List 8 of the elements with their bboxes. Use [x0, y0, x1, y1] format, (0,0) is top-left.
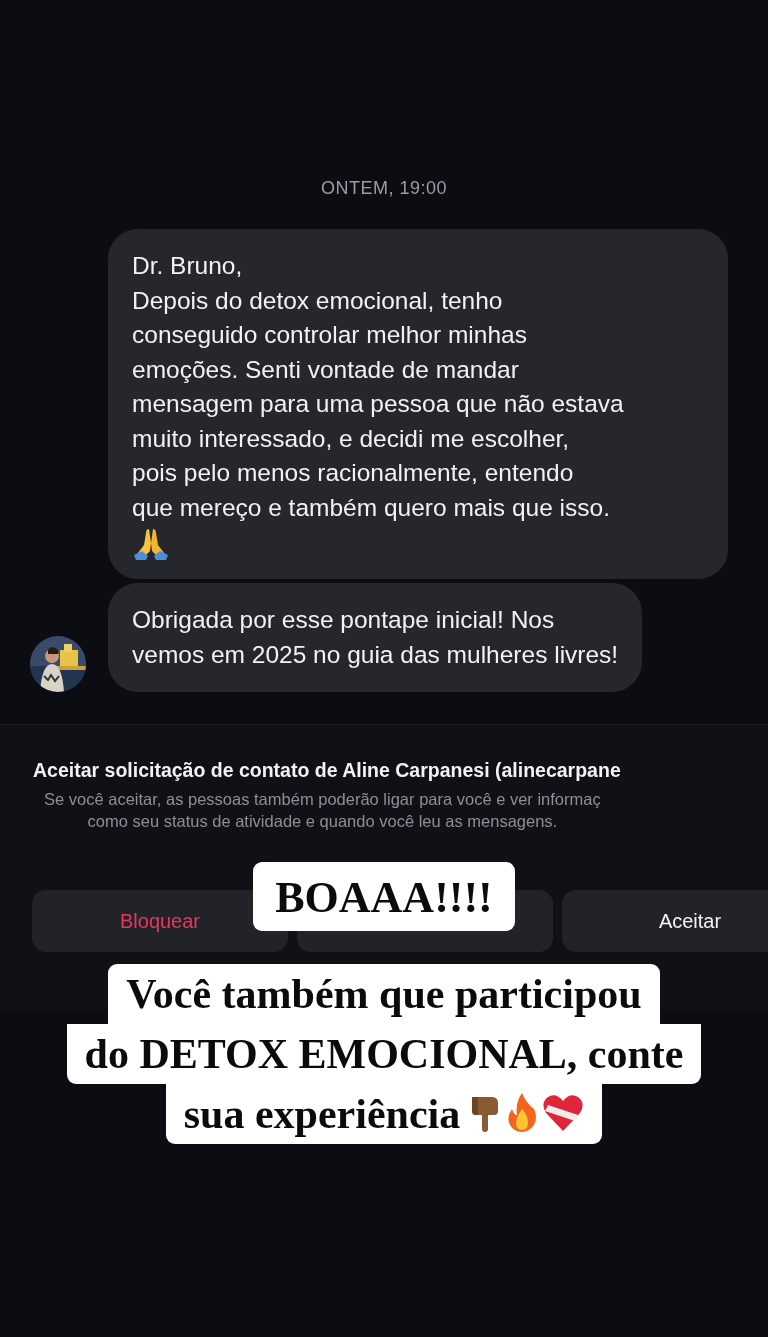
message-text: Dr. Bruno, Depois do detox emocional, tenho conseguido controlar melhor minhas emoções. Senti vontade de mandar mensagem para uma pessoa que não estava muito interessado, e decidi me escolher, pois pelo menos racionalmente, entendo que mereço e também quero mais que isso.: [132, 251, 624, 523]
timestamp: ONTEM, 19:00: [319, 178, 448, 199]
message-bubble: Obrigada por esse pontape inicial! Nos vemos em 2025 no guia das mulheres livres!: [108, 583, 643, 692]
sticker-text: do DETOX EMOCIONAL, conte: [66, 1024, 702, 1084]
request-title: Aceitar solicitação de contato de Aline Carpanesi (alinecarpane: [33, 759, 621, 782]
sticker-text: Você também que participou: [108, 964, 660, 1024]
request-description: Se você aceitar, as pessoas também poderão ligar para você e ver informaç como seu status de atividade e quando você leu as mensagens.: [44, 789, 601, 832]
caption-toast: BOAAA!!!!: [253, 862, 515, 931]
